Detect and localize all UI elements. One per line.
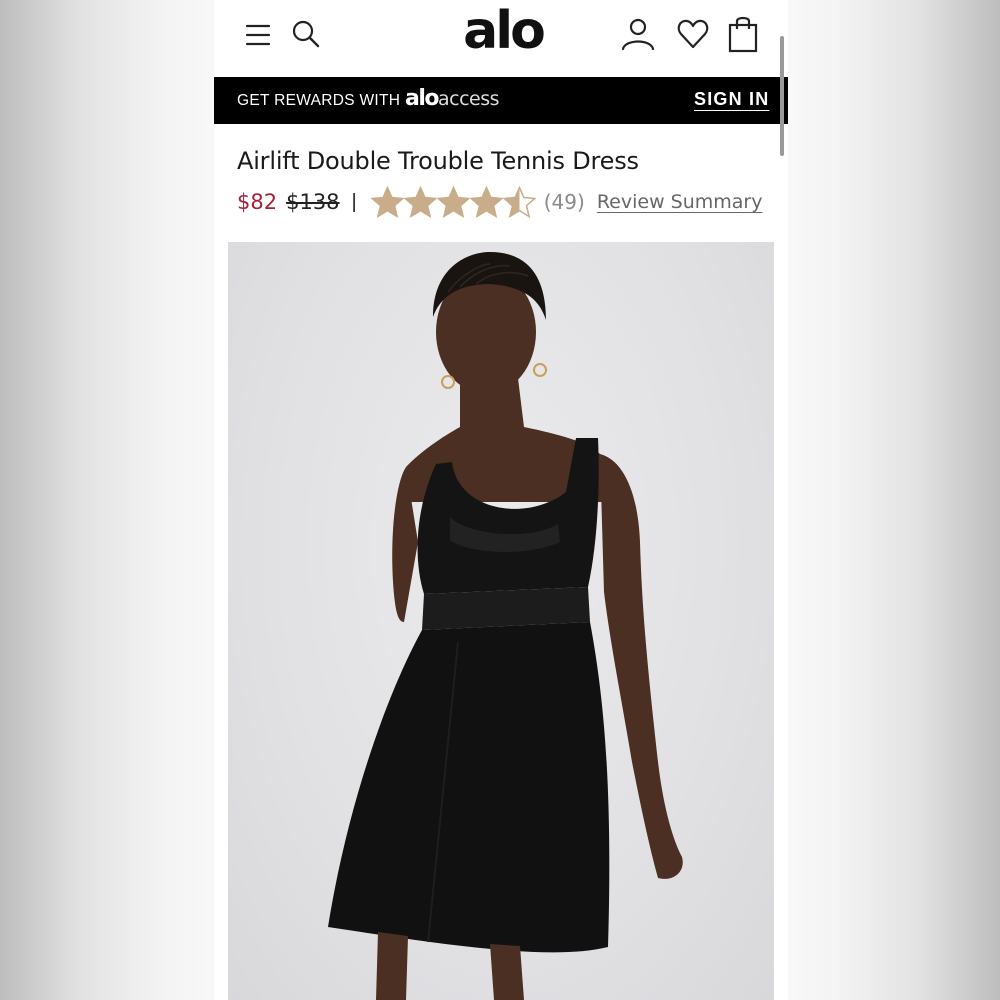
product-title: Airlift Double Trouble Tennis Dress bbox=[237, 147, 639, 175]
header: alo bbox=[214, 0, 788, 76]
rewards-banner: GET REWARDS WITH aloaccess SIGN IN bbox=[214, 77, 788, 124]
alo-access-logo-light: access bbox=[438, 88, 500, 110]
alo-logo[interactable]: alo bbox=[458, 0, 548, 66]
separator: | bbox=[351, 190, 357, 213]
original-price: $138 bbox=[286, 190, 340, 214]
star-rating[interactable] bbox=[370, 186, 536, 218]
shopping-bag-icon[interactable] bbox=[724, 12, 762, 56]
mobile-viewport: alo GET REWARDS WITH aloaccess SIGN IN A… bbox=[214, 0, 788, 1000]
heart-icon[interactable] bbox=[672, 14, 714, 54]
hamburger-menu-icon[interactable] bbox=[240, 18, 276, 52]
rewards-text: GET REWARDS WITH bbox=[237, 92, 401, 109]
scrollbar[interactable] bbox=[780, 36, 784, 156]
sign-in-link[interactable]: SIGN IN bbox=[694, 89, 769, 110]
star-icon bbox=[403, 186, 437, 218]
star-icon bbox=[469, 186, 503, 218]
alo-access-logo: aloaccess bbox=[405, 86, 500, 111]
price-rating-row: $82 $138 | (49) Review Summary bbox=[237, 186, 763, 218]
review-count[interactable]: (49) bbox=[544, 190, 585, 214]
star-icon bbox=[502, 186, 536, 218]
product-image[interactable] bbox=[228, 242, 774, 1000]
star-icon bbox=[436, 186, 470, 218]
model-in-black-tennis-dress-photo bbox=[328, 252, 683, 1000]
star-icon bbox=[370, 186, 404, 218]
search-icon[interactable] bbox=[288, 16, 324, 52]
review-summary-link[interactable]: Review Summary bbox=[597, 191, 763, 213]
account-icon[interactable] bbox=[618, 14, 658, 54]
sale-price: $82 bbox=[237, 190, 278, 214]
alo-access-logo-bold: alo bbox=[405, 86, 440, 111]
